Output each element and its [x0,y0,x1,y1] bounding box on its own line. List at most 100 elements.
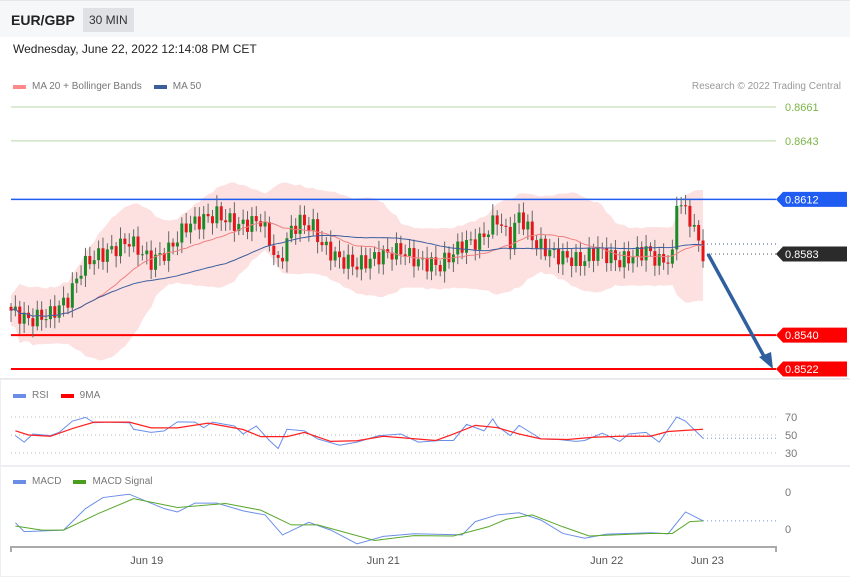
candle-body [79,275,83,279]
candle-body [110,246,114,250]
candle-body [670,249,674,264]
candle-body [44,319,48,321]
candle-body [473,239,477,250]
candle-body [368,258,372,269]
candle-body [688,205,692,227]
candle-body [289,225,293,239]
candle-body [570,257,574,266]
candle-body [324,241,328,246]
candle-body [167,242,171,261]
candle-body [246,219,250,232]
x-tick-label: Jun 23 [691,555,724,567]
candle-body [302,214,306,226]
candle-body [48,306,52,320]
candle-body [478,233,482,250]
candle-body [403,254,407,256]
candle-body [241,219,245,224]
candle-body [500,224,504,226]
candle-body [679,205,683,207]
candle-body [136,236,140,255]
candle-body [254,216,258,222]
candle-body [539,238,543,249]
x-tick-label: Jun 21 [367,555,400,567]
candle-body [351,254,355,267]
candle-body [662,253,666,263]
candle-body [425,257,429,272]
candle-body [145,250,149,255]
candle-body [180,223,184,243]
candle-body [311,219,315,232]
candle-body [140,254,144,256]
candle-body [276,255,280,258]
candle-body [557,248,560,265]
price-chart[interactable]: 0.8661 0.8643 0.8612 0.8583 0.8540 0.8522 70 50… [0,0,850,576]
candle-body [416,259,420,267]
candle-body [272,245,276,256]
candle-body [460,241,464,253]
candle-body [123,238,127,245]
candle-body [202,214,206,230]
candle-body [465,240,469,253]
candle-body [627,251,631,264]
candle-body [70,283,74,308]
candle-body [561,251,565,265]
candle-body [193,216,197,224]
candle-body [394,243,398,260]
x-axis [10,546,777,552]
candle-body [408,248,412,256]
x-tick-label: Jun 19 [130,555,163,567]
candle-body [184,223,188,233]
candle-body [640,247,644,261]
candle-body [443,252,447,272]
candle-body [31,318,35,327]
candle-body [105,249,109,262]
candle-body [35,309,39,327]
candle-body [355,266,359,270]
candle-body [504,225,508,227]
candle-body [342,257,346,269]
candle-body [40,309,44,320]
candle-body [22,312,26,324]
candle-body [114,246,118,257]
candle-body [267,222,271,246]
candle-body [97,248,101,261]
candle-body [692,224,696,227]
candle-body [75,278,79,284]
candle-body [189,223,193,233]
candle-body [224,220,228,223]
candle-body [197,216,201,230]
rsi-tick-label: 70 [785,412,797,424]
candle-body [346,254,350,269]
rsi-tick-label: 30 [785,448,797,460]
candle-body [565,251,569,258]
candle-body [517,212,521,223]
candle-body [232,213,236,231]
candle-body [316,219,320,243]
candle-body [495,215,499,225]
candle-body [381,249,385,265]
last-price-label: 0.8583 [785,249,819,261]
candle-body [653,251,657,266]
candle-body [359,255,363,270]
macd-signal-line [15,498,704,541]
candle-body [574,252,578,266]
candle-body [622,251,626,268]
rsi-tick-label: 50 [785,430,797,442]
support-price-label: 0.8522 [785,364,819,376]
candle-body [333,251,337,261]
candle-body [666,262,670,264]
candle-body [27,312,31,319]
candle-body [298,214,302,234]
resistance-price-label: 0.8612 [785,194,819,206]
candle-body [18,306,22,324]
candle-body [535,240,539,249]
candle-body [631,256,635,264]
candle-body [469,239,473,241]
candle-body [648,246,652,252]
candle-body [175,242,179,247]
candle-body [399,243,403,255]
candle-body [101,248,105,262]
candle-body [206,214,210,217]
candle-body [508,226,512,250]
candle-body [701,240,705,262]
